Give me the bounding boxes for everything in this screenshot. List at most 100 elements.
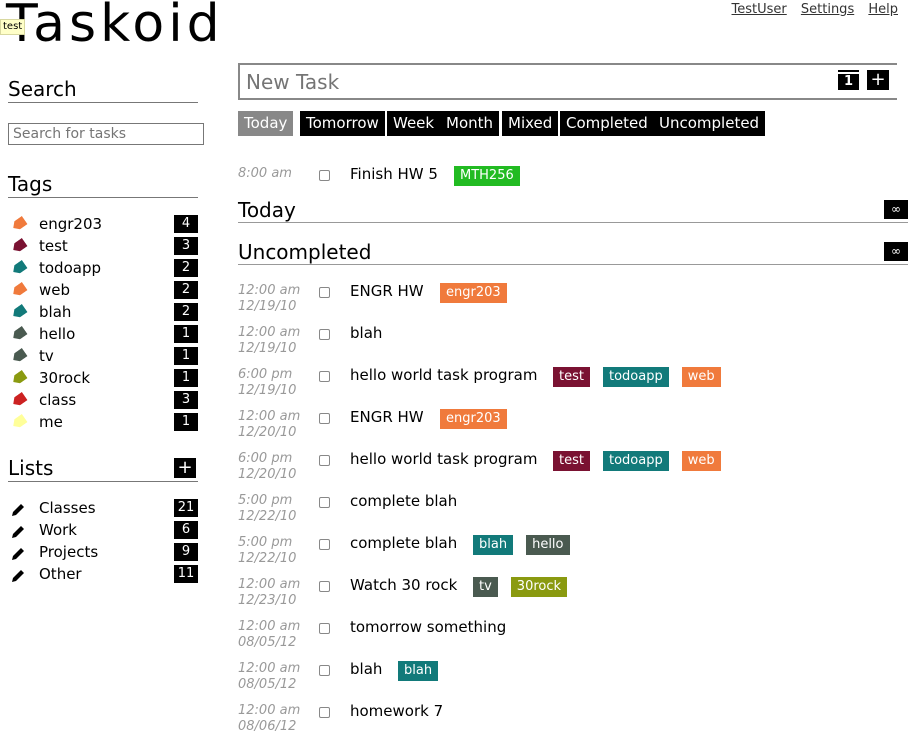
tag-item-blah[interactable]: blah 2 xyxy=(8,301,198,323)
tag-pill-engr203[interactable]: engr203 xyxy=(440,283,507,303)
tag-count: 2 xyxy=(174,303,198,321)
task-row: 12:00 am 12/20/10 ENGR HW engr203 xyxy=(238,408,908,451)
tag-item-todoapp[interactable]: todoapp 2 xyxy=(8,257,198,279)
task-checkbox[interactable] xyxy=(319,539,330,550)
task-tags: engr203 xyxy=(440,281,520,303)
tab-tomorrow[interactable]: Tomorrow xyxy=(300,111,385,136)
task-name[interactable]: Watch 30 rock xyxy=(350,576,457,594)
tag-item-class[interactable]: class 3 xyxy=(8,389,198,411)
task-datetime: 12:00 am 12/19/10 xyxy=(238,283,308,315)
tab-mixed[interactable]: Mixed xyxy=(502,111,559,136)
tag-icon xyxy=(10,348,27,364)
task-name[interactable]: ENGR HW xyxy=(350,408,424,426)
task-date: 08/06/12 xyxy=(238,719,297,734)
task-name[interactable]: complete blah xyxy=(350,492,457,510)
tag-pill-engr203[interactable]: engr203 xyxy=(440,409,507,429)
task-checkbox[interactable] xyxy=(319,455,330,466)
tag-pill-blah[interactable]: blah xyxy=(398,661,439,681)
list-item-projects[interactable]: Projects 9 xyxy=(8,541,198,563)
new-task-input[interactable] xyxy=(238,63,837,100)
list-item-classes[interactable]: Classes 21 xyxy=(8,497,198,519)
task-name[interactable]: ENGR HW xyxy=(350,282,424,300)
tag-pill-web[interactable]: web xyxy=(681,367,721,387)
tag-item-me[interactable]: me 1 xyxy=(8,411,198,433)
uncompleted-expand-button[interactable]: ∞ xyxy=(884,242,908,261)
task-checkbox[interactable] xyxy=(319,170,330,181)
search-heading: Search xyxy=(8,76,198,103)
tag-count: 1 xyxy=(174,347,198,365)
task-checkbox[interactable] xyxy=(319,287,330,298)
list-item-work[interactable]: Work 6 xyxy=(8,519,198,541)
list-label: Other xyxy=(39,565,82,583)
task-checkbox[interactable] xyxy=(319,371,330,382)
task-checkbox[interactable] xyxy=(319,581,330,592)
tag-pill-mth256[interactable]: MTH256 xyxy=(454,166,520,186)
task-date: 12/19/10 xyxy=(238,299,297,314)
task-row: 12:00 am 08/06/12 homework 7 xyxy=(238,702,908,745)
tag-pill-test[interactable]: test xyxy=(553,451,590,471)
tag-label: blah xyxy=(39,303,72,321)
task-time: 6:00 pm xyxy=(238,451,293,466)
tag-label: todoapp xyxy=(39,259,101,277)
tag-pill-tv[interactable]: tv xyxy=(473,577,498,597)
section-today-title: Today xyxy=(238,198,296,222)
tab-completed[interactable]: Completed xyxy=(560,111,654,136)
tag-item-tv[interactable]: tv 1 xyxy=(8,345,198,367)
task-checkbox[interactable] xyxy=(319,665,330,676)
tag-label: hello xyxy=(39,325,76,343)
link-testuser[interactable]: TestUser xyxy=(732,2,787,17)
task-name[interactable]: blah xyxy=(350,660,382,678)
app-logo[interactable]: Taskoid xyxy=(6,0,224,54)
search-input[interactable] xyxy=(8,123,204,145)
calendar-button[interactable]: 1 xyxy=(838,70,859,90)
task-datetime: 5:00 pm 12/22/10 xyxy=(238,535,308,567)
task-checkbox[interactable] xyxy=(319,413,330,424)
list-item-other[interactable]: Other 11 xyxy=(8,563,198,585)
task-name[interactable]: hello world task program xyxy=(350,366,537,384)
tag-pill-web[interactable]: web xyxy=(681,451,721,471)
tag-item-engr203[interactable]: engr203 4 xyxy=(8,213,198,235)
tag-item-test[interactable]: test 3 xyxy=(8,235,198,257)
task-checkbox[interactable] xyxy=(319,707,330,718)
task-name[interactable]: tomorrow something xyxy=(350,618,506,636)
task-checkbox[interactable] xyxy=(319,497,330,508)
tab-month[interactable]: Month xyxy=(440,111,500,136)
tag-item-30rock[interactable]: 30rock 1 xyxy=(8,367,198,389)
tag-label: 30rock xyxy=(39,369,91,387)
tag-item-web[interactable]: web 2 xyxy=(8,279,198,301)
link-help[interactable]: Help xyxy=(868,2,898,17)
tag-pill-blah[interactable]: blah xyxy=(473,535,514,555)
task-name[interactable]: hello world task program xyxy=(350,450,537,468)
task-name[interactable]: complete blah xyxy=(350,534,457,552)
calendar-day: 1 xyxy=(843,74,854,89)
today-expand-button[interactable]: ∞ xyxy=(884,200,908,219)
tag-item-hello[interactable]: hello 1 xyxy=(8,323,198,345)
add-list-button[interactable]: + xyxy=(174,458,196,478)
tag-pill-test[interactable]: test xyxy=(553,367,590,387)
add-task-button[interactable]: + xyxy=(867,70,889,90)
tag-count: 4 xyxy=(174,215,198,233)
tag-pill-todoapp[interactable]: todoapp xyxy=(602,367,669,387)
tag-pill-30rock[interactable]: 30rock xyxy=(510,577,568,597)
task-checkbox[interactable] xyxy=(319,329,330,340)
tag-label: test xyxy=(39,237,68,255)
tab-today[interactable]: Today xyxy=(238,111,294,136)
task-date: 12/22/10 xyxy=(238,551,297,566)
tag-label: class xyxy=(39,391,77,409)
tab-week[interactable]: Week xyxy=(387,111,441,136)
task-datetime: 6:00 pm 12/20/10 xyxy=(238,451,308,483)
task-name[interactable]: blah xyxy=(350,324,382,342)
tab-uncompleted[interactable]: Uncompleted xyxy=(653,111,766,136)
task-name[interactable]: Finish HW 5 xyxy=(350,165,438,183)
tag-label: me xyxy=(39,413,63,431)
task-checkbox[interactable] xyxy=(319,623,330,634)
task-date: 12/22/10 xyxy=(238,509,297,524)
top-links: TestUser Settings Help xyxy=(722,2,898,17)
tag-pill-todoapp[interactable]: todoapp xyxy=(602,451,669,471)
task-name[interactable]: homework 7 xyxy=(350,702,443,720)
tag-pill-hello[interactable]: hello xyxy=(526,535,570,555)
task-row: 6:00 pm 12/19/10 hello world task program t… xyxy=(238,366,908,409)
task-time: 6:00 pm xyxy=(238,367,293,382)
task-row: 5:00 pm 12/22/10 complete blah xyxy=(238,492,908,535)
link-settings[interactable]: Settings xyxy=(801,2,854,17)
